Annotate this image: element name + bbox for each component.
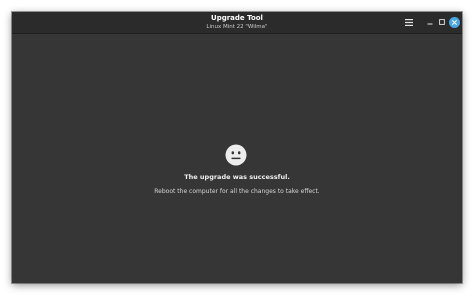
window-title: Upgrade Tool <box>211 14 263 22</box>
window-subtitle: Linux Mint 22 "Wilma" <box>206 24 268 30</box>
minimize-icon <box>427 23 433 25</box>
main-content: The upgrade was successful. Reboot the c… <box>12 34 462 283</box>
maximize-button[interactable] <box>436 16 448 28</box>
app-window: Upgrade Tool Linux Mint 22 "Wilma" The u… <box>12 12 462 283</box>
status-message: Reboot the computer for all the changes … <box>154 188 320 195</box>
titlebar[interactable]: Upgrade Tool Linux Mint 22 "Wilma" <box>12 12 462 34</box>
close-button[interactable] <box>448 16 460 28</box>
title-block: Upgrade Tool Linux Mint 22 "Wilma" <box>12 14 462 31</box>
minimize-button[interactable] <box>424 16 436 28</box>
close-icon <box>451 19 457 25</box>
hamburger-menu-icon <box>405 18 413 26</box>
menu-button[interactable] <box>403 16 415 28</box>
neutral-face-icon <box>225 144 247 166</box>
status-heading: The upgrade was successful. <box>184 173 290 181</box>
maximize-icon <box>439 19 445 25</box>
close-button-circle <box>448 16 460 28</box>
